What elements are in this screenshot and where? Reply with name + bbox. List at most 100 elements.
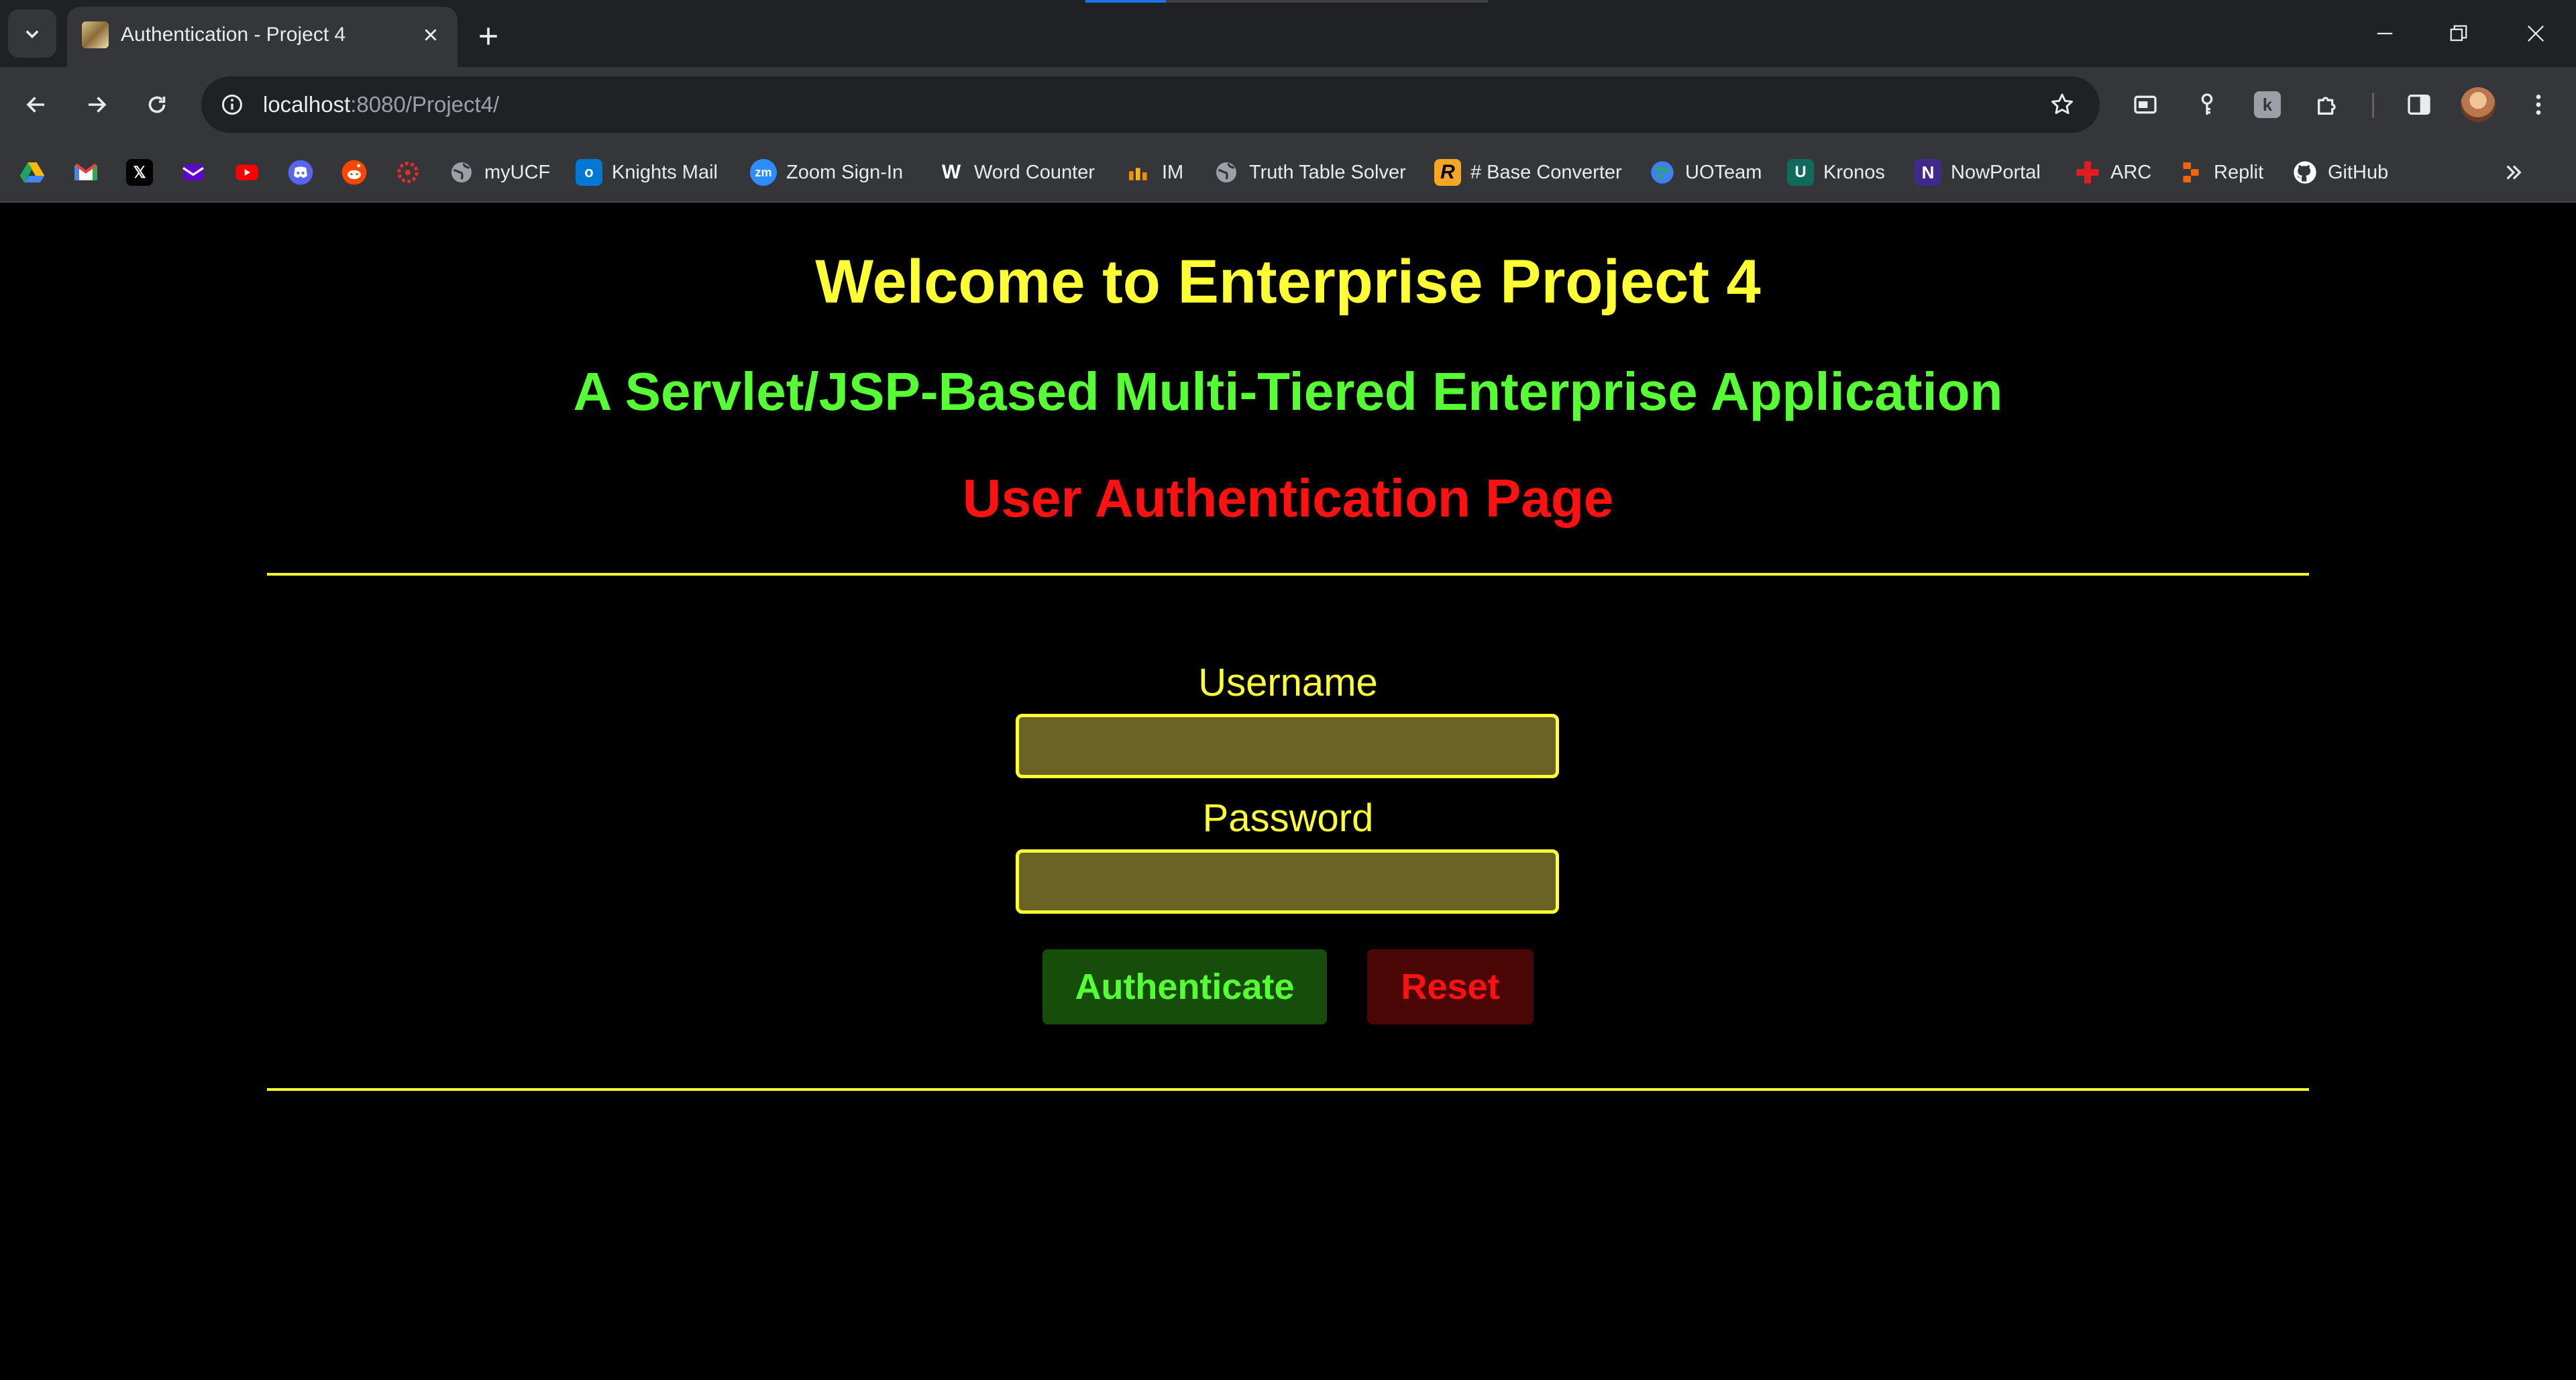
back-button[interactable]: [17, 86, 55, 123]
extension-button[interactable]: [2188, 86, 2226, 123]
url-host: localhost: [263, 92, 351, 117]
arrow-right-icon: [89, 97, 107, 113]
extension-button[interactable]: [2127, 86, 2164, 123]
reload-button[interactable]: [138, 86, 176, 123]
reload-icon: [148, 96, 166, 113]
site-info-button[interactable]: [213, 86, 251, 123]
key-icon: [2201, 93, 2213, 115]
extension-k-icon: k: [2254, 91, 2281, 118]
bookmark-webcourses[interactable]: [394, 156, 421, 189]
side-panel-button[interactable]: [2400, 86, 2438, 123]
youtube-icon: [235, 164, 258, 180]
profile-avatar[interactable]: [2461, 87, 2496, 122]
im-icon: [1129, 168, 1147, 180]
word-counter-icon: W: [938, 159, 965, 186]
bookmark-google-drive[interactable]: [19, 156, 46, 189]
bookmark-word-counter[interactable]: W Word Counter: [938, 156, 1095, 189]
bookmark-youtube[interactable]: [233, 156, 260, 189]
minimize-icon: [2377, 32, 2393, 35]
arrow-left-icon: [26, 97, 44, 113]
bookmark-gmail[interactable]: [72, 156, 99, 189]
close-icon: [2527, 25, 2544, 42]
bookmark-im[interactable]: IM: [1126, 156, 1183, 189]
tab-search-button[interactable]: [8, 9, 56, 58]
url-text[interactable]: localhost:8080/Project4/: [263, 90, 499, 119]
bookmark-label: GitHub: [2328, 161, 2389, 183]
username-label: Username: [1198, 661, 1378, 704]
bookmark-label: IM: [1162, 161, 1184, 183]
bookmark-yahoo-mail[interactable]: [180, 156, 207, 189]
bookmark-label: UOTeam: [1685, 161, 1762, 183]
browser-toolbar: localhost:8080/Project4/ k: [0, 67, 2576, 142]
bookmark-replit[interactable]: Replit: [2178, 156, 2263, 189]
gmail-icon: [74, 163, 97, 180]
browser-menu-button[interactable]: [2520, 86, 2557, 123]
address-bar[interactable]: localhost:8080/Project4/: [201, 76, 2100, 133]
bookmark-reddit[interactable]: [341, 156, 368, 189]
bookmark-arc[interactable]: ARC: [2074, 156, 2151, 189]
bookmark-nowportal[interactable]: N NowPortal: [1915, 156, 2041, 189]
window-restore-button[interactable]: [2435, 17, 2482, 50]
chevron-double-right-icon: [2506, 165, 2522, 180]
google-drive-icon: [19, 162, 45, 182]
tab-close-button[interactable]: [417, 21, 444, 48]
top-divider: [267, 573, 2309, 576]
arc-icon: [2076, 161, 2099, 184]
bookmark-discord[interactable]: [287, 156, 314, 189]
more-vertical-icon: [2536, 95, 2541, 115]
chevron-down-icon: [25, 30, 39, 39]
bookmark-label: Kronos: [1823, 161, 1885, 183]
bookmarks-overflow-button[interactable]: [2497, 156, 2530, 189]
bookmark-x[interactable]: 𝕏: [126, 156, 153, 189]
password-input[interactable]: [1016, 849, 1559, 914]
bookmarks-bar: 𝕏 myUCF o Knights Mail zm Zoom Sign-In W…: [0, 142, 2576, 203]
uoteam-icon: [1651, 161, 1674, 184]
extension-button[interactable]: k: [2249, 86, 2286, 123]
bookmark-label: Zoom Sign-In: [786, 161, 904, 183]
bookmark-knights-mail[interactable]: o Knights Mail: [576, 156, 718, 189]
globe-icon: [451, 162, 472, 182]
browser-tab-active[interactable]: Authentication - Project 4: [67, 7, 458, 68]
forward-button[interactable]: [78, 86, 115, 123]
bookmark-truth-table-solver[interactable]: Truth Table Solver: [1213, 156, 1406, 189]
side-panel-icon: [2408, 95, 2430, 115]
restore-icon: [2450, 25, 2467, 42]
close-icon: [425, 29, 437, 41]
bookmark-uoteam[interactable]: UOTeam: [1649, 156, 1762, 189]
info-icon: [222, 95, 242, 115]
password-label: Password: [1202, 796, 1374, 840]
window-minimize-button[interactable]: [2361, 17, 2408, 50]
username-input[interactable]: [1016, 714, 1559, 778]
discord-icon: [288, 160, 313, 185]
bookmark-label: Replit: [2214, 161, 2264, 183]
bookmark-kronos[interactable]: U Kronos: [1787, 156, 1885, 189]
star-icon: [2051, 93, 2073, 114]
x-icon: 𝕏: [126, 159, 153, 186]
extensions-menu-button[interactable]: [2309, 86, 2347, 123]
reset-button[interactable]: Reset: [1367, 949, 1534, 1024]
outlook-icon: o: [576, 159, 602, 186]
bookmark-base-converter[interactable]: R # Base Converter: [1434, 156, 1622, 189]
window-close-button[interactable]: [2512, 17, 2559, 50]
authenticate-button[interactable]: Authenticate: [1042, 949, 1327, 1024]
base-converter-icon: R: [1434, 159, 1461, 186]
bookmark-zoom[interactable]: zm Zoom Sign-In: [750, 156, 903, 189]
plus-icon: [480, 28, 497, 45]
bookmark-label: Word Counter: [974, 161, 1095, 183]
bookmark-label: # Base Converter: [1470, 161, 1622, 183]
bookmark-myucf[interactable]: myUCF: [448, 156, 550, 189]
url-path: :8080/Project4/: [350, 92, 500, 117]
new-tab-button[interactable]: [470, 17, 507, 55]
replit-icon: [2183, 162, 2199, 182]
reddit-icon: [341, 160, 367, 185]
authentication-heading: User Authentication Page: [962, 468, 1614, 528]
bookmark-star-button[interactable]: [2045, 87, 2080, 122]
yahoo-mail-icon: [182, 164, 204, 180]
browser-titlebar: Authentication - Project 4: [0, 0, 2576, 68]
zoom-icon: zm: [750, 159, 777, 186]
bottom-divider: [267, 1088, 2309, 1091]
page-subtitle: A Servlet/JSP-Based Multi-Tiered Enterpr…: [573, 362, 2003, 421]
tab-favicon-icon: [82, 21, 109, 48]
bookmark-github[interactable]: GitHub: [2292, 156, 2388, 189]
bookmark-label: Knights Mail: [612, 161, 718, 183]
